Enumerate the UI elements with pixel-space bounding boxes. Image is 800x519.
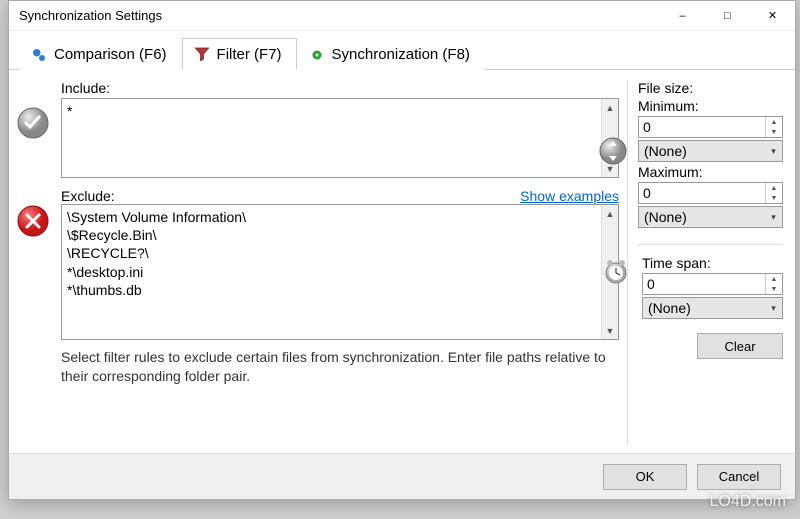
include-label: Include:	[61, 80, 619, 96]
minimize-button[interactable]: –	[660, 1, 705, 31]
spin-up-icon[interactable]: ▲	[766, 274, 782, 284]
include-textarea-wrap: * ▲ ▼	[61, 98, 619, 178]
timespan-unit-combo[interactable]: (None) ▾	[642, 297, 783, 319]
clear-button[interactable]: Clear	[697, 333, 783, 359]
tab-filter[interactable]: Filter (F7)	[182, 38, 297, 70]
tab-label: Synchronization (F8)	[332, 46, 470, 63]
timespan-label: Time span:	[642, 255, 783, 271]
min-value[interactable]: 0	[639, 117, 765, 137]
include-textarea[interactable]: *	[62, 99, 601, 177]
max-spinner[interactable]: 0 ▲▼	[638, 182, 783, 204]
chevron-down-icon[interactable]: ▾	[765, 298, 782, 318]
scroll-up-icon[interactable]: ▲	[602, 99, 618, 116]
updown-arrows-icon	[598, 136, 628, 166]
left-icon-column	[13, 80, 53, 445]
min-spinner[interactable]: 0 ▲▼	[638, 116, 783, 138]
exclude-textarea-wrap: \System Volume Information\ \$Recycle.Bi…	[61, 204, 619, 340]
exclude-label: Exclude:	[61, 188, 115, 204]
filter-main-panel: Include: * ▲ ▼ Exclude: Show examples \S…	[61, 80, 619, 445]
spin-down-icon[interactable]: ▼	[766, 284, 782, 294]
min-label: Minimum:	[638, 98, 783, 114]
gears-icon	[30, 46, 48, 64]
x-circle-icon	[16, 204, 50, 238]
tab-bar: Comparison (F6) Filter (F7) Synchronizat…	[9, 31, 795, 70]
clock-icon	[602, 257, 630, 285]
max-label: Maximum:	[638, 164, 783, 180]
min-unit-combo[interactable]: (None) ▾	[638, 140, 783, 162]
tab-body: Include: * ▲ ▼ Exclude: Show examples \S…	[9, 70, 795, 453]
spin-up-icon[interactable]: ▲	[766, 117, 782, 127]
dialog-window: Synchronization Settings – □ ✕ Compariso…	[8, 0, 796, 500]
min-unit-value: (None)	[639, 141, 765, 161]
scroll-down-icon[interactable]: ▼	[602, 322, 618, 339]
hint-text: Select filter rules to exclude certain f…	[61, 348, 619, 386]
ok-button[interactable]: OK	[603, 464, 687, 490]
tab-label: Comparison (F6)	[54, 46, 167, 63]
right-panel: File size: Minimum: 0 ▲▼ (None) ▾ Maximu…	[627, 80, 783, 445]
titlebar: Synchronization Settings – □ ✕	[9, 1, 795, 31]
chevron-down-icon[interactable]: ▾	[765, 141, 782, 161]
check-circle-icon	[16, 106, 50, 140]
filesize-label: File size:	[638, 80, 783, 96]
scroll-up-icon[interactable]: ▲	[602, 205, 618, 222]
spin-down-icon[interactable]: ▼	[766, 193, 782, 203]
max-value[interactable]: 0	[639, 183, 765, 203]
timespan-value[interactable]: 0	[643, 274, 765, 294]
chevron-down-icon[interactable]: ▾	[765, 207, 782, 227]
funnel-icon	[193, 45, 211, 63]
gear-icon	[308, 46, 326, 64]
dialog-button-row: OK Cancel	[9, 453, 795, 499]
exclude-textarea[interactable]: \System Volume Information\ \$Recycle.Bi…	[62, 205, 601, 339]
cancel-button[interactable]: Cancel	[697, 464, 781, 490]
tab-comparison[interactable]: Comparison (F6)	[19, 38, 182, 70]
spin-down-icon[interactable]: ▼	[766, 127, 782, 137]
max-unit-combo[interactable]: (None) ▾	[638, 206, 783, 228]
show-examples-link[interactable]: Show examples	[520, 188, 619, 204]
maximize-button[interactable]: □	[705, 1, 750, 31]
timespan-unit-value: (None)	[643, 298, 765, 318]
spin-up-icon[interactable]: ▲	[766, 183, 782, 193]
separator	[638, 244, 783, 245]
max-unit-value: (None)	[639, 207, 765, 227]
tab-label: Filter (F7)	[217, 46, 282, 63]
window-title: Synchronization Settings	[19, 8, 162, 23]
timespan-spinner[interactable]: 0 ▲▼	[642, 273, 783, 295]
close-button[interactable]: ✕	[750, 1, 795, 31]
tab-synchronization[interactable]: Synchronization (F8)	[297, 38, 485, 70]
